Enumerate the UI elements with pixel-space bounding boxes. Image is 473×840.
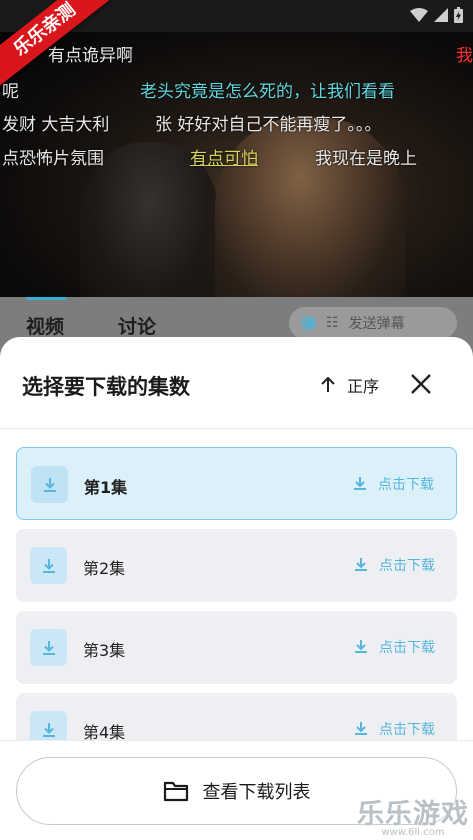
- download-small-icon: [355, 722, 367, 735]
- download-small-icon: [355, 640, 367, 653]
- download-icon: [30, 629, 67, 666]
- video-player[interactable]: 有点诡异啊 我 呢 老头究竟是怎么死的，让我们看看 发财 大吉大利 张 好好对自…: [0, 32, 473, 297]
- tab-active-indicator: [26, 297, 66, 300]
- signal-icon: [434, 8, 448, 22]
- episode-row[interactable]: 第3集 点击下载: [16, 611, 457, 684]
- episode-row[interactable]: 第1集 点击下载: [16, 447, 457, 520]
- battery-icon: [454, 7, 463, 23]
- status-icons: [410, 7, 463, 23]
- episode-row[interactable]: 第2集 点击下载: [16, 529, 457, 602]
- danmaku-comment: 我现在是晚上: [315, 149, 417, 169]
- episode-download-button[interactable]: 点击下载: [355, 555, 435, 575]
- episode-list: 第1集 点击下载 第2集 点击下载 第3集 点击下载 第4集 点击下载: [16, 447, 457, 775]
- wifi-icon: [410, 8, 428, 22]
- tab-discussion[interactable]: 讨论: [118, 312, 156, 339]
- site-watermark: 乐乐游戏 www.6ll.com: [357, 792, 469, 838]
- download-small-icon: [355, 558, 367, 571]
- episode-label: 第2集: [83, 559, 126, 578]
- watermark-site-name: 乐乐游戏: [357, 799, 469, 830]
- danmaku-comment: 我: [456, 46, 473, 66]
- episode-download-button[interactable]: 点击下载: [355, 637, 435, 657]
- sheet-header: 选择要下载的集数 正序: [0, 337, 473, 429]
- danmaku-comment: 点恐怖片氛围: [2, 149, 104, 169]
- view-download-list-label: 查看下载列表: [202, 782, 311, 803]
- tab-video[interactable]: 视频: [26, 312, 64, 339]
- episode-label: 第3集: [83, 641, 126, 660]
- episode-download-label: 点击下载: [378, 477, 434, 493]
- danmaku-settings-icon[interactable]: ☷: [326, 315, 339, 331]
- danmaku-placeholder[interactable]: 发送弹幕: [349, 313, 405, 333]
- danmaku-input-bar[interactable]: 弹 ☷ 发送弹幕: [289, 307, 457, 339]
- download-small-icon: [354, 477, 366, 490]
- download-icon: [30, 547, 67, 584]
- danmaku-comment: 发财 大吉大利: [2, 115, 110, 135]
- sort-order-button[interactable]: 正序: [321, 373, 379, 397]
- danmaku-comment: 张 好好对自己不能再瘦了。。。: [155, 115, 382, 135]
- episode-download-label: 点击下载: [379, 558, 435, 574]
- episode-download-button[interactable]: 点击下载: [354, 474, 434, 494]
- folder-icon: [163, 781, 188, 802]
- sheet-title: 选择要下载的集数: [22, 375, 190, 399]
- episode-download-label: 点击下载: [379, 722, 435, 738]
- danmaku-comment: 有点诡异啊: [48, 46, 133, 66]
- episode-download-label: 点击下载: [379, 640, 435, 656]
- danmaku-comment: 有点可怕: [190, 149, 258, 169]
- episode-label: 第1集: [84, 478, 128, 497]
- arrow-up-icon: [321, 377, 335, 392]
- sort-order-label: 正序: [346, 377, 379, 396]
- episode-download-button[interactable]: 点击下载: [355, 719, 435, 739]
- danmaku-toggle[interactable]: 弹: [301, 313, 316, 334]
- download-icon: [31, 466, 68, 503]
- danmaku-comment: 老头究竟是怎么死的，让我们看看: [140, 82, 395, 102]
- close-icon[interactable]: [409, 372, 433, 396]
- download-sheet: 选择要下载的集数 正序 第1集 点击下载 第2集 点击下载 第3集 点击下载 第…: [0, 337, 473, 840]
